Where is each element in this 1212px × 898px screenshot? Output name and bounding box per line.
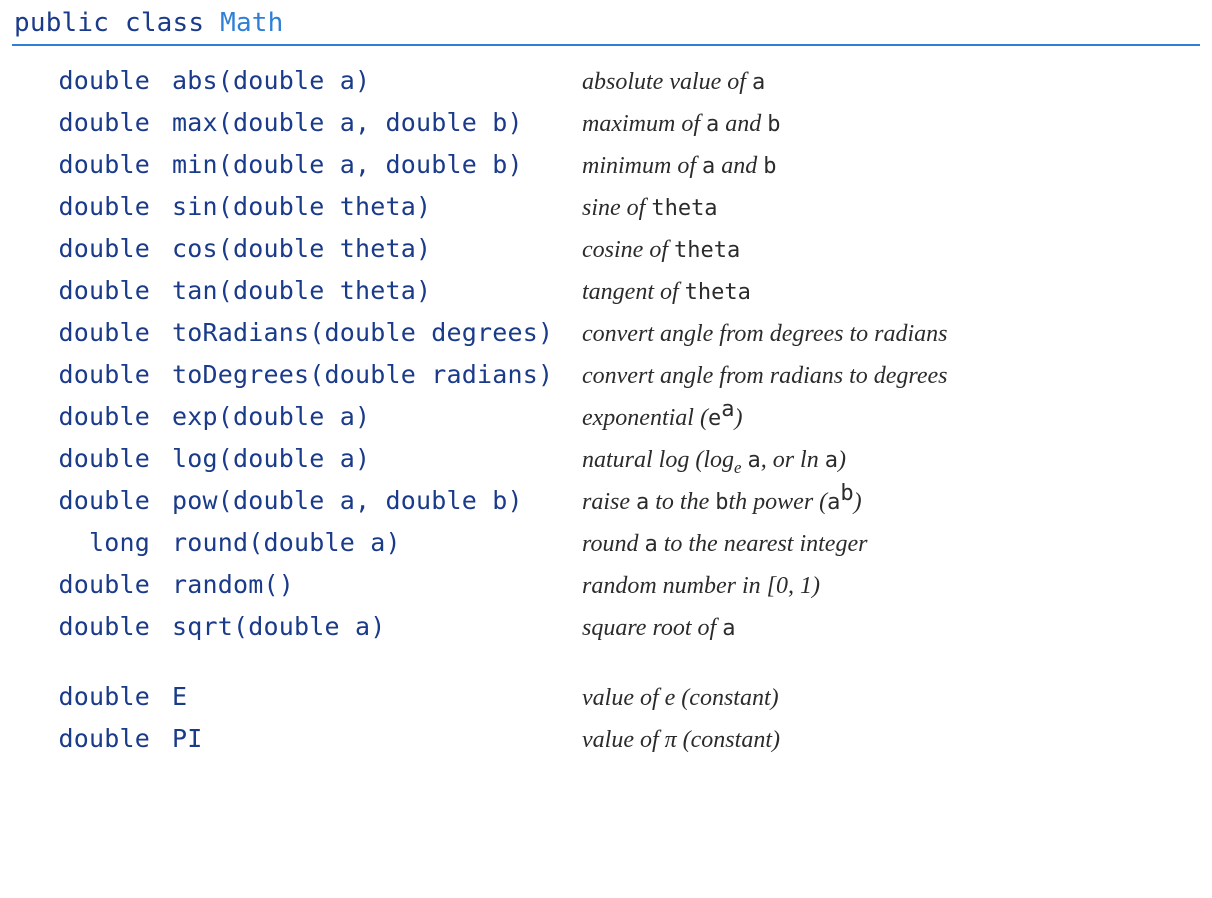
description: exponential (ea): [572, 406, 1200, 430]
return-type: double: [12, 614, 172, 639]
return-type: double: [12, 236, 172, 261]
signature: min(double a, double b): [172, 152, 572, 177]
signature: abs(double a): [172, 68, 572, 93]
return-type: double: [12, 194, 172, 219]
api-row: doublesin(double theta)sine of theta: [12, 186, 1200, 228]
return-type: double: [12, 726, 172, 751]
header-classname: Math: [220, 8, 283, 38]
description: cosine of theta: [572, 238, 1200, 262]
spacer-row: [12, 648, 1200, 676]
description: round a to the nearest integer: [572, 532, 1200, 556]
return-type: double: [12, 684, 172, 709]
signature: random(): [172, 572, 572, 597]
api-row: doubleabs(double a)absolute value of a: [12, 60, 1200, 102]
api-row: doubletoRadians(double degrees)convert a…: [12, 312, 1200, 354]
description: sine of theta: [572, 196, 1200, 220]
description: convert angle from radians to degrees: [572, 364, 1200, 388]
class-header: public class Math: [12, 10, 1200, 44]
return-type: double: [12, 68, 172, 93]
description: random number in [0, 1): [572, 574, 1200, 598]
return-type: double: [12, 572, 172, 597]
description: raise a to the bth power (ab): [572, 490, 1200, 514]
api-table: doubleabs(double a)absolute value of ado…: [12, 60, 1200, 760]
api-row: doublecos(double theta)cosine of theta: [12, 228, 1200, 270]
return-type: double: [12, 362, 172, 387]
return-type: double: [12, 278, 172, 303]
api-row: doublePIvalue of π (constant): [12, 718, 1200, 760]
signature: toDegrees(double radians): [172, 362, 572, 387]
signature: max(double a, double b): [172, 110, 572, 135]
api-row: doubletan(double theta)tangent of theta: [12, 270, 1200, 312]
signature: toRadians(double degrees): [172, 320, 572, 345]
api-row: doublemin(double a, double b)minimum of …: [12, 144, 1200, 186]
api-row: doubleEvalue of e (constant): [12, 676, 1200, 718]
return-type: double: [12, 152, 172, 177]
signature: cos(double theta): [172, 236, 572, 261]
signature: PI: [172, 726, 572, 751]
signature: exp(double a): [172, 404, 572, 429]
header-rule: [12, 44, 1200, 46]
api-row: doublesqrt(double a)square root of a: [12, 606, 1200, 648]
header-keywords: public class: [14, 8, 220, 38]
description: value of π (constant): [572, 728, 1200, 752]
description: natural log (loge a, or ln a): [572, 448, 1200, 472]
api-row: doubleexp(double a)exponential (ea): [12, 396, 1200, 438]
signature: tan(double theta): [172, 278, 572, 303]
description: maximum of a and b: [572, 112, 1200, 136]
return-type: double: [12, 446, 172, 471]
api-row: doubletoDegrees(double radians)convert a…: [12, 354, 1200, 396]
description: value of e (constant): [572, 686, 1200, 710]
signature: pow(double a, double b): [172, 488, 572, 513]
api-row: doublerandom()random number in [0, 1): [12, 564, 1200, 606]
description: absolute value of a: [572, 70, 1200, 94]
description: tangent of theta: [572, 280, 1200, 304]
api-row: doublepow(double a, double b)raise a to …: [12, 480, 1200, 522]
return-type: double: [12, 404, 172, 429]
return-type: double: [12, 488, 172, 513]
description: convert angle from degrees to radians: [572, 322, 1200, 346]
return-type: double: [12, 320, 172, 345]
return-type: double: [12, 110, 172, 135]
signature: round(double a): [172, 530, 572, 555]
api-row: longround(double a)round a to the neares…: [12, 522, 1200, 564]
api-row: doublemax(double a, double b)maximum of …: [12, 102, 1200, 144]
page: public class Math doubleabs(double a)abs…: [0, 0, 1212, 898]
description: square root of a: [572, 616, 1200, 640]
signature: log(double a): [172, 446, 572, 471]
signature: E: [172, 684, 572, 709]
description: minimum of a and b: [572, 154, 1200, 178]
return-type: long: [12, 530, 172, 555]
api-row: doublelog(double a)natural log (loge a, …: [12, 438, 1200, 480]
signature: sin(double theta): [172, 194, 572, 219]
signature: sqrt(double a): [172, 614, 572, 639]
